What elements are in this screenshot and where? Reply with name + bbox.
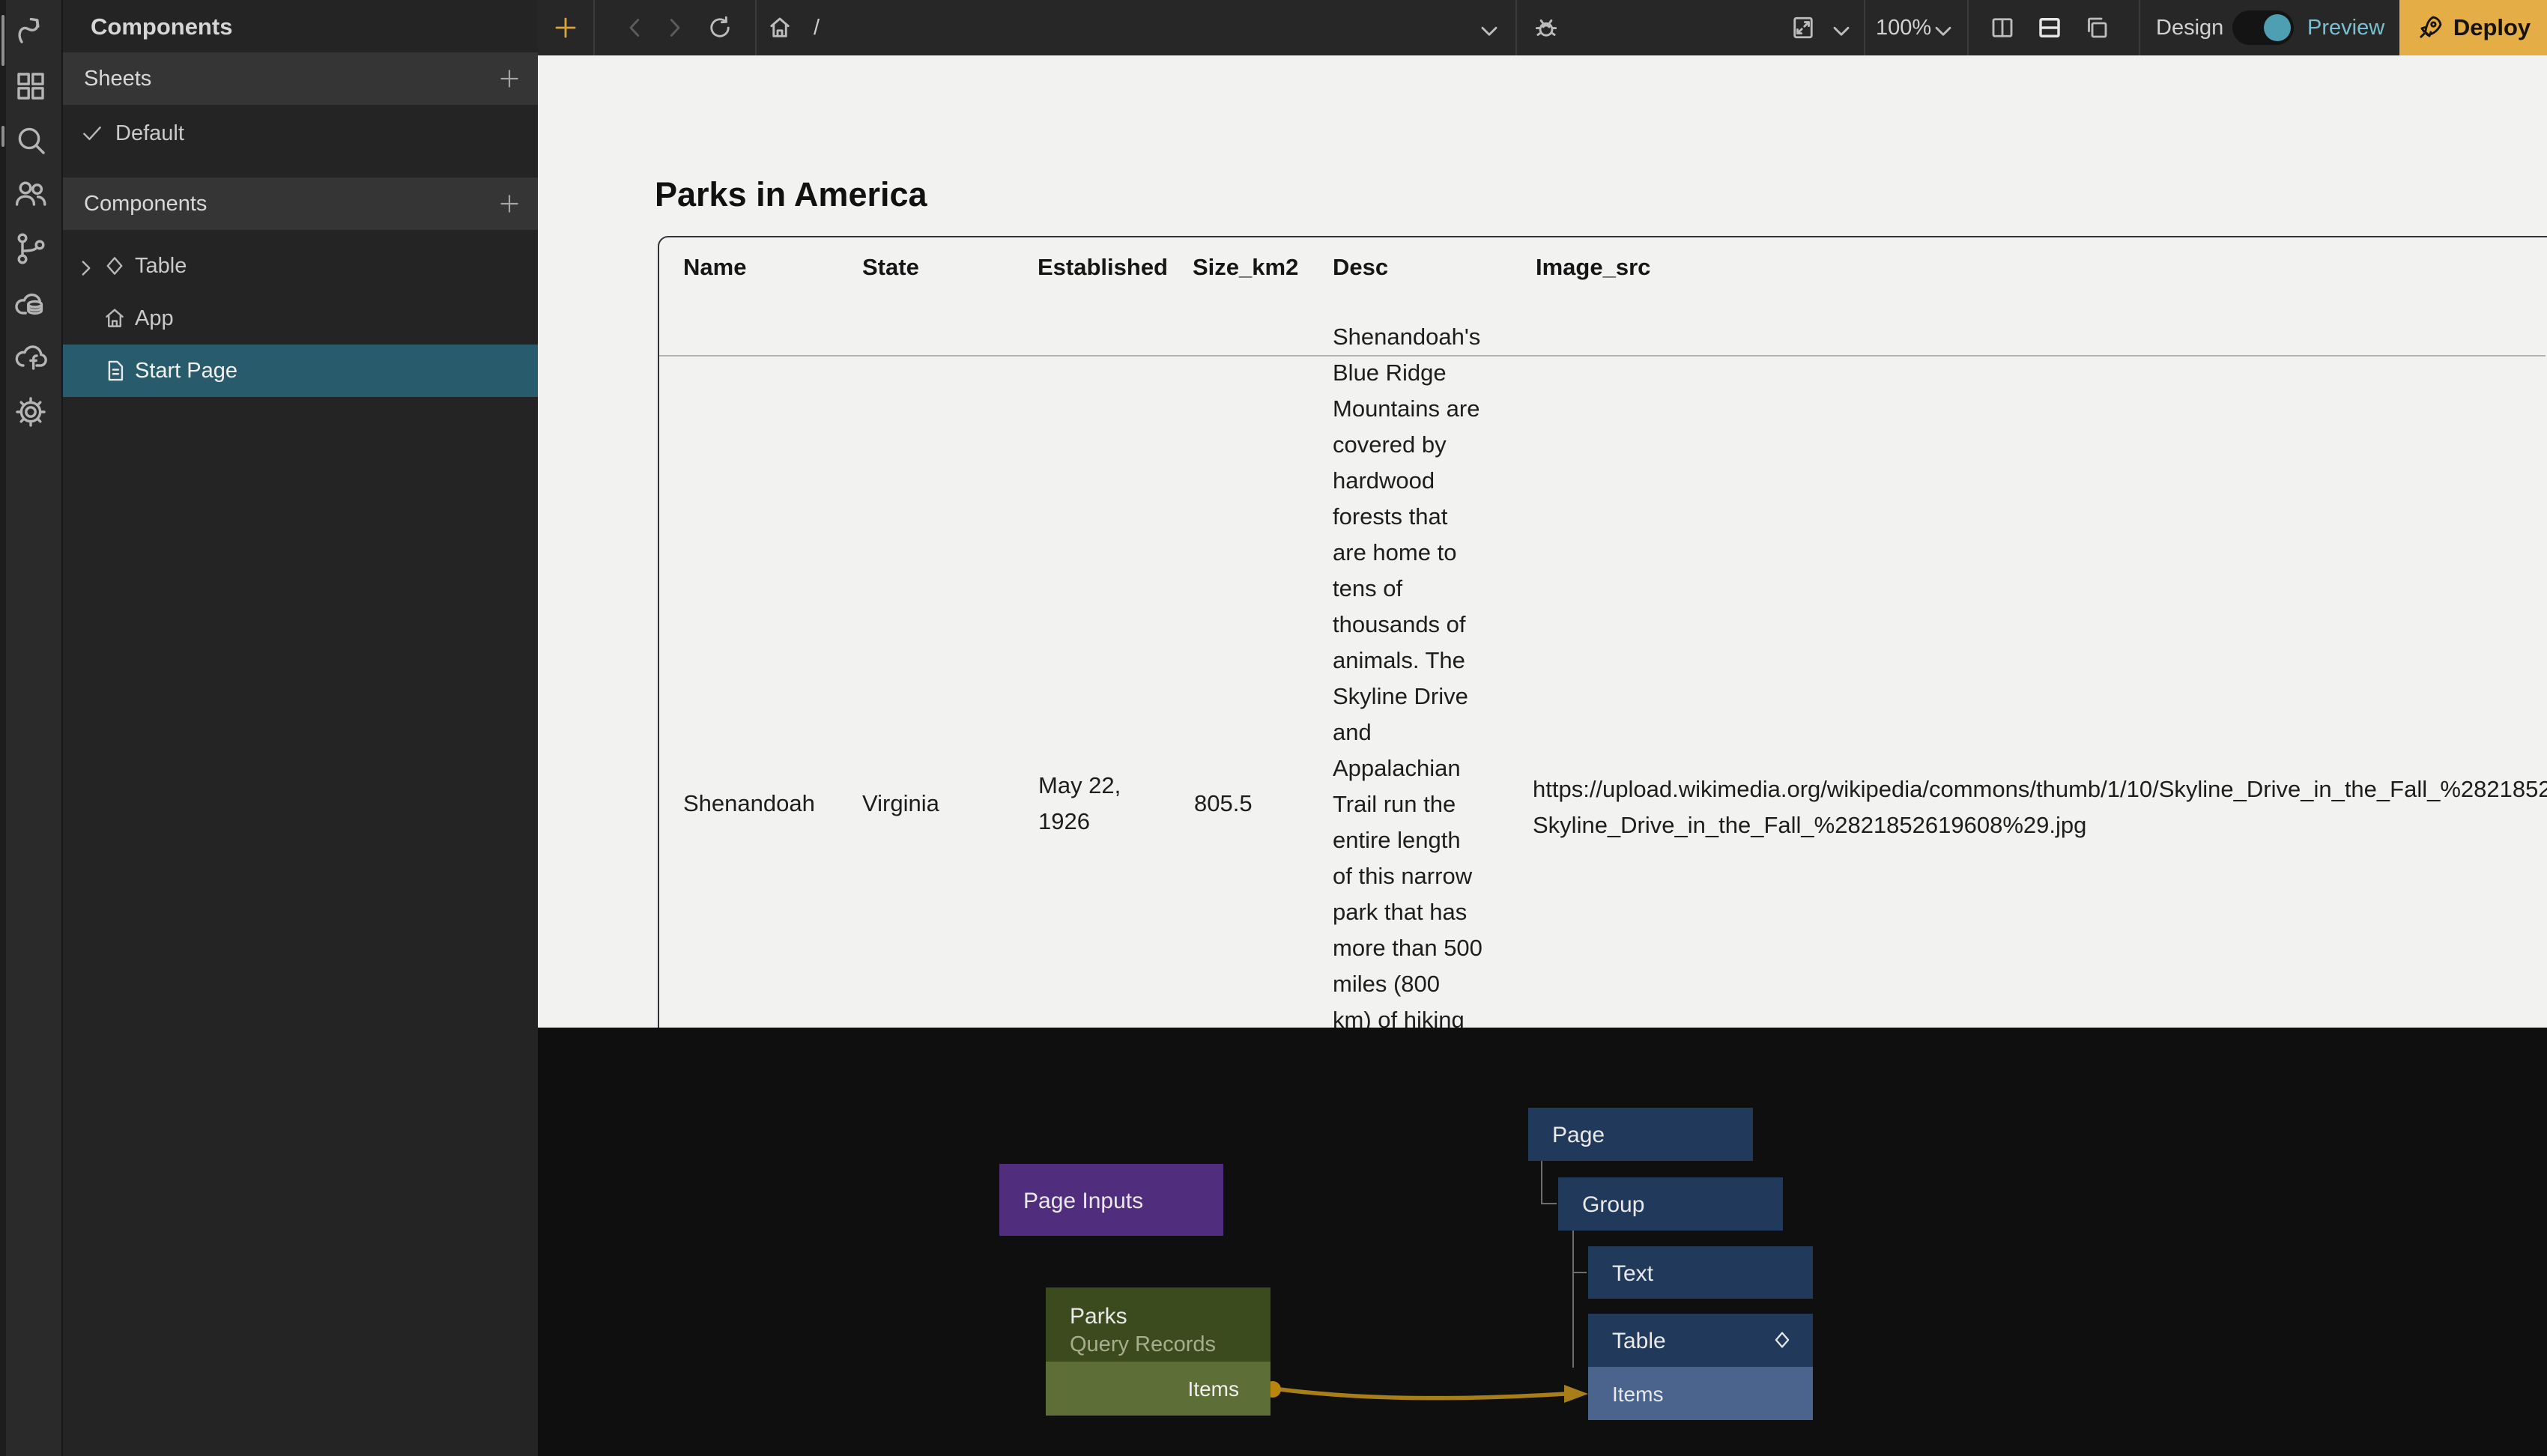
nav-forward-icon[interactable] xyxy=(661,14,688,41)
toolbar-divider xyxy=(593,0,595,55)
toolbar-divider xyxy=(2139,0,2140,55)
cell-desc[interactable]: Shenandoah's Blue Ridge Mountains are co… xyxy=(1333,319,1483,1028)
apps-grid-icon[interactable] xyxy=(13,68,49,104)
app-toolbar: / 100% Design xyxy=(538,0,2547,55)
column-header-desc[interactable]: Desc xyxy=(1333,254,1388,281)
git-branch-icon[interactable] xyxy=(13,231,49,267)
cell-state[interactable]: Virginia xyxy=(862,786,939,822)
path-dropdown-chevron-icon[interactable] xyxy=(1476,17,1498,40)
column-header-image-src[interactable]: Image_src xyxy=(1536,254,1650,281)
preview-mode-label[interactable]: Preview xyxy=(2307,16,2384,40)
table-items-label: Items xyxy=(1612,1383,1663,1407)
table-header-divider xyxy=(659,355,2546,357)
breadcrumb-path[interactable]: / xyxy=(814,16,820,40)
tree-node-text[interactable]: Text xyxy=(1588,1246,1813,1299)
rocket-icon xyxy=(2416,13,2444,42)
tree-node-table[interactable]: Table xyxy=(1588,1314,1813,1367)
column-header-established[interactable]: Established xyxy=(1038,254,1168,281)
add-component-icon[interactable] xyxy=(552,14,579,41)
sheets-section-label: Sheets xyxy=(84,67,151,91)
zoom-dropdown-chevron-icon[interactable] xyxy=(1930,17,1951,38)
tree-node-page[interactable]: Page xyxy=(1528,1108,1753,1161)
routes-icon[interactable] xyxy=(13,12,49,48)
sheets-section-header[interactable]: Sheets xyxy=(63,52,538,105)
query-node-title: Parks xyxy=(1070,1304,1127,1329)
debug-bug-icon[interactable] xyxy=(1533,14,1560,41)
app-window: Components Sheets Default Components xyxy=(0,0,2547,1456)
users-icon[interactable] xyxy=(13,176,49,212)
toolbar-divider xyxy=(1864,0,1865,55)
add-sheet-button[interactable] xyxy=(497,67,521,91)
sidebar-item-app[interactable]: App xyxy=(63,292,538,345)
chevron-right-icon[interactable] xyxy=(73,255,94,276)
query-node-subtitle: Query Records xyxy=(1070,1332,1216,1357)
components-section-header[interactable]: Components xyxy=(63,178,538,230)
tree-node-label: Page xyxy=(1552,1123,1605,1148)
tree-item-label: Table xyxy=(135,254,187,279)
tree-item-label: App xyxy=(135,306,174,331)
tree-node-label: Table xyxy=(1612,1329,1666,1354)
sidebar-item-start-page[interactable]: Start Page xyxy=(63,345,538,397)
tree-node-label: Text xyxy=(1612,1261,1653,1287)
query-node-header[interactable]: Parks Query Records xyxy=(1046,1287,1271,1362)
sidebar-title: Components xyxy=(91,13,232,40)
page-inputs-label: Page Inputs xyxy=(1023,1189,1143,1214)
split-vertical-panel-icon[interactable] xyxy=(1989,14,2016,41)
data-flow-graph-panel[interactable]: Page Inputs Parks Query Records Items Pa… xyxy=(538,1028,2547,1456)
tree-item-label: Start Page xyxy=(135,359,237,383)
activity-bar xyxy=(0,0,63,1456)
table-component-diamond-icon xyxy=(102,253,127,279)
page-title: Parks in America xyxy=(655,175,927,214)
sidebar-item-default-sheet[interactable]: Default xyxy=(63,107,538,160)
cloud-function-icon[interactable] xyxy=(13,339,49,375)
components-sidebar: Components Sheets Default Components xyxy=(63,0,538,1456)
sheet-name: Default xyxy=(115,121,184,146)
page-inputs-node[interactable]: Page Inputs xyxy=(999,1164,1223,1236)
query-output-items-label: Items xyxy=(1188,1377,1239,1401)
deploy-button[interactable]: Deploy xyxy=(2399,0,2547,55)
toolbar-divider xyxy=(755,0,757,55)
add-component-button[interactable] xyxy=(497,192,521,216)
page-document-icon xyxy=(102,358,127,383)
nav-back-icon[interactable] xyxy=(622,14,649,41)
tree-node-group[interactable]: Group xyxy=(1558,1177,1783,1231)
cell-image-src[interactable]: https://upload.wikimedia.org/wikipedia/c… xyxy=(1533,771,2547,843)
column-header-state[interactable]: State xyxy=(862,254,919,281)
table-node-items-input-row[interactable]: Items xyxy=(1588,1367,1813,1420)
design-mode-label[interactable]: Design xyxy=(2156,16,2223,40)
viewport-size-icon[interactable] xyxy=(1790,14,1817,41)
column-header-size[interactable]: Size_km2 xyxy=(1193,254,1298,281)
column-header-name[interactable]: Name xyxy=(683,254,746,281)
cell-size-km2[interactable]: 805.5 xyxy=(1194,786,1253,822)
edge-scroll-mark xyxy=(1,15,4,66)
query-node-output-row[interactable]: Items xyxy=(1046,1362,1271,1416)
toolbar-divider xyxy=(1967,0,1969,55)
cell-name[interactable]: Shenandoah xyxy=(683,786,815,822)
table-diamond-icon xyxy=(1771,1329,1793,1351)
refresh-icon[interactable] xyxy=(706,14,733,41)
sidebar-item-table[interactable]: Table xyxy=(63,240,538,292)
tree-node-label: Group xyxy=(1582,1192,1644,1218)
home-icon xyxy=(102,306,127,331)
preview-canvas: Parks in America Name State Established … xyxy=(538,55,2547,1028)
window-edge xyxy=(0,0,6,1456)
deploy-label: Deploy xyxy=(2453,14,2531,41)
cell-established[interactable]: May 22, 1926 xyxy=(1038,768,1121,840)
viewport-dropdown-chevron-icon[interactable] xyxy=(1828,17,1849,38)
edge-scroll-mark xyxy=(1,126,4,147)
design-preview-toggle[interactable] xyxy=(2232,10,2294,45)
check-icon xyxy=(79,121,105,146)
breadcrumb-home-icon[interactable] xyxy=(766,14,793,41)
split-horizontal-panel-icon[interactable] xyxy=(2036,14,2063,41)
toggle-knob xyxy=(2264,14,2291,41)
zoom-level[interactable]: 100% xyxy=(1876,16,1931,40)
settings-gear-icon[interactable] xyxy=(13,394,49,430)
cloud-database-icon[interactable] xyxy=(13,285,49,321)
toolbar-divider xyxy=(1515,0,1517,55)
search-icon[interactable] xyxy=(13,122,49,158)
components-section-label: Components xyxy=(84,192,207,216)
duplicate-panel-icon[interactable] xyxy=(2083,14,2110,41)
graph-connectors xyxy=(538,1028,2547,1456)
